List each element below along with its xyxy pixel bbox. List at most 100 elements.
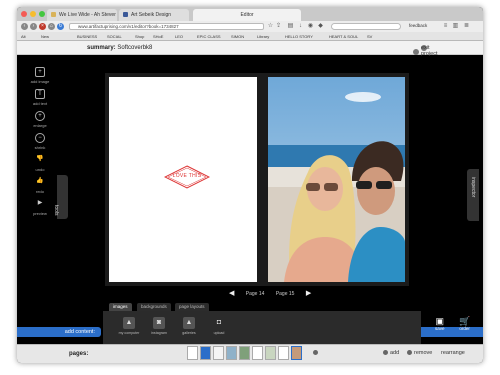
source-my-computer[interactable]: ▲ my computer [117,317,141,335]
save-button[interactable]: ▣ save [435,316,445,332]
star-icon[interactable]: ☆ [267,23,274,30]
page-thumbnail[interactable] [252,346,263,360]
add-page-button[interactable]: add [383,350,399,356]
source-instagram[interactable]: ◙ instagram [147,317,171,335]
tab-images[interactable]: images [109,303,132,311]
order-button[interactable]: 🛒 order [459,316,471,332]
bookmark-item[interactable]: Shop [135,34,144,39]
inspector-panel-tab[interactable]: inspector [467,169,479,221]
tab-backgrounds[interactable]: backgrounds [137,303,171,311]
bookmark-item[interactable]: SIMON [231,34,244,39]
sidebar-icon[interactable]: ▥ [452,23,459,30]
extension-icon[interactable]: ◉ [307,23,314,30]
source-upload[interactable]: ◘ upload [207,317,231,335]
project-summary: summary: Softcoverbk8 [87,45,152,51]
tool-label: preview [33,211,47,216]
page-thumbnail-selected[interactable] [291,346,302,360]
feedback-link[interactable]: feedback [409,23,427,28]
right-page-number: Page 15 [275,291,295,297]
bookmark-item[interactable]: HEART & SOUL [329,34,358,39]
browser-tab-1[interactable]: We Live Wide - Ah Stever [47,9,117,21]
source-galleries[interactable]: ▲ galleries [177,317,201,335]
home-icon[interactable]: ⌂ [48,23,55,30]
enlarge-tool[interactable]: + enlarge [29,111,51,128]
tools-panel-tab[interactable]: tools [53,175,68,219]
browser-tab-2[interactable]: Art Sebeik Design [119,9,189,21]
add-page-label: add [390,350,400,356]
add-text-tool[interactable]: T add text [29,89,51,106]
forward-icon[interactable]: › [30,23,37,30]
close-window-icon[interactable] [21,11,27,17]
bookmark-item[interactable]: SV [367,34,372,39]
source-label: galleries [182,331,196,335]
extension-icon[interactable]: ◆ [317,23,324,30]
minimize-window-icon[interactable] [30,11,36,17]
add-icon [383,350,388,355]
bookmark-item[interactable]: LEO [175,34,183,39]
print-icon[interactable]: ▤ [287,23,294,30]
tab-page-layouts[interactable]: page layouts [175,303,209,311]
download-icon[interactable]: ↓ [297,23,304,30]
page-thumbnail[interactable] [278,346,289,360]
cart-icon: 🛒 [459,316,471,326]
rearrange-pages-button[interactable]: rearrange [441,350,465,356]
page-thumbnail[interactable] [239,346,250,360]
pages-strip: pages: add remove rearrange [17,344,483,363]
redo-tool[interactable]: 👍 redo [29,177,51,194]
bookmark-item[interactable]: SHoE [153,34,163,39]
next-page-icon[interactable]: ▶ [306,290,311,297]
bookmark-item[interactable]: EPIC CLASS [197,34,221,39]
book-spread: LOVE THIS [105,73,409,286]
add-image-icon: + [35,67,45,77]
save-icon: ▣ [435,316,445,326]
gallery-icon: ▲ [183,317,195,329]
back-icon[interactable]: ‹ [21,23,28,30]
play-icon: ▶ [37,200,43,206]
bookmark-item[interactable]: BUSINESS [77,34,97,39]
share-icon[interactable]: ⇪ [275,23,282,30]
love-this-graphic[interactable]: LOVE THIS [163,165,211,189]
page-thumbnail[interactable] [187,346,198,360]
bookmark-item[interactable]: Alt [21,34,26,39]
bookmark-item[interactable]: Library [257,34,269,39]
exit-project-label: exit project [421,45,438,57]
prev-page-icon[interactable]: ◀ [229,290,234,297]
bookmark-item[interactable]: New [41,34,49,39]
zoom-in-icon: + [35,111,45,121]
exit-project-button[interactable]: exit project [413,45,438,57]
reload-icon[interactable]: ↻ [57,23,64,30]
love-this-text: LOVE THIS [172,173,202,179]
bookmark-item[interactable]: HELLO STORY [285,34,313,39]
browser-tab-label: Art Sebeik Design [131,12,172,18]
shrink-tool[interactable]: − shrink [29,133,51,150]
zoom-window-icon[interactable] [39,11,45,17]
address-bar[interactable]: www.artifactuprising.com/v1/editor?book=… [69,23,264,30]
preview-tool[interactable]: ▶ preview [29,199,51,216]
left-page-number: Page 14 [245,291,265,297]
menu-icon[interactable]: ≣ [463,23,470,30]
pages-info-icon[interactable] [313,350,320,356]
page-thumbnail[interactable] [265,346,276,360]
search-input[interactable] [331,23,401,30]
bookmark-item[interactable]: SOCIAL [107,34,122,39]
browser-tab-active[interactable]: Editor [193,9,301,21]
pages-label: pages: [69,351,89,357]
stop-icon[interactable]: × [39,23,46,30]
action-dock: ▣ save 🛒 order [421,317,483,337]
zoom-out-icon: − [35,133,45,143]
window-title: Editor [240,12,254,18]
left-page[interactable]: LOVE THIS [109,77,257,282]
tool-label: undo [35,167,45,172]
tool-label: add image [30,79,50,84]
project-name: Softcoverbk8 [117,45,153,51]
page-thumbnail[interactable] [213,346,224,360]
summary-label: summary: [87,45,116,51]
remove-page-button[interactable]: remove [407,350,432,356]
undo-tool[interactable]: 👎 undo [29,155,51,172]
page-thumbnail[interactable] [200,346,211,360]
right-page-photo[interactable] [268,77,405,282]
page-thumbnail[interactable] [226,346,237,360]
add-image-tool[interactable]: + add image [29,67,51,84]
redo-icon: 👍 [36,178,44,184]
reader-icon[interactable]: ≡ [442,23,449,30]
